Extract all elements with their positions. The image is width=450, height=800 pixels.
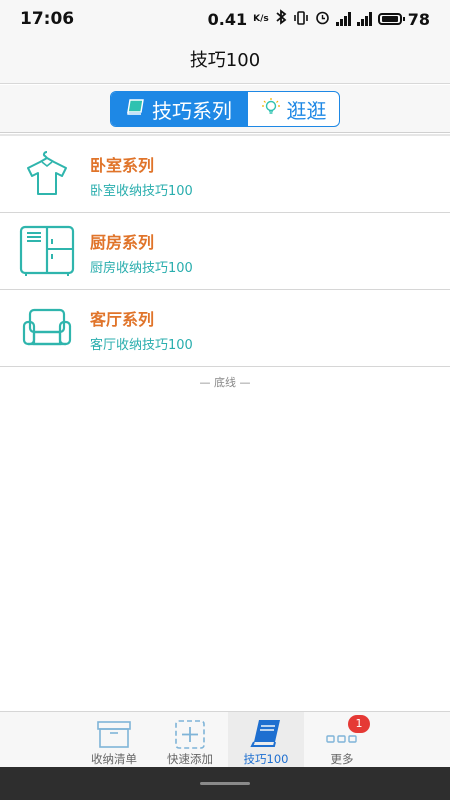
list-item-bedroom[interactable]: 卧室系列 卧室收纳技巧100 — [0, 136, 450, 213]
tab-bar: 技巧系列 逛逛 — [0, 85, 450, 133]
series-subtitle: 客厅收纳技巧100 — [90, 338, 193, 353]
home-gesture-bar[interactable] — [200, 782, 250, 785]
series-list: 卧室系列 卧室收纳技巧100 厨房系列 厨房收纳技巧100 客厅系列 客厅收纳技… — [0, 136, 450, 367]
nav-quick-add[interactable]: 快速添加 — [152, 712, 228, 768]
series-title: 厨房系列 — [90, 233, 155, 252]
nav-storage-list[interactable]: 收纳清单 — [76, 712, 152, 768]
sofa-icon — [18, 302, 76, 354]
battery-level: 78 — [407, 9, 430, 29]
notification-badge: 1 — [348, 715, 370, 733]
tab-browse-label: 逛逛 — [286, 98, 327, 123]
bluetooth-icon — [275, 9, 287, 29]
tab-tips-series-label: 技巧系列 — [152, 98, 232, 123]
fridge-icon — [18, 225, 76, 277]
signal-icon — [356, 12, 372, 26]
status-bar: 17:06 0.41 K/s 78 — [0, 0, 450, 34]
system-nav-bar — [0, 767, 450, 800]
net-unit: K/s — [253, 14, 269, 24]
book-icon — [247, 718, 285, 750]
battery-icon — [377, 13, 405, 25]
quick-add-icon — [171, 718, 209, 750]
end-of-list-text: — 底线 — — [199, 376, 251, 389]
status-indicators: 0.41 K/s 78 — [208, 9, 430, 29]
series-title: 客厅系列 — [90, 310, 155, 329]
vibrate-icon — [293, 10, 309, 29]
series-subtitle: 卧室收纳技巧100 — [90, 184, 193, 199]
book-icon — [126, 97, 146, 121]
tab-tips-series[interactable]: 技巧系列 — [111, 92, 247, 126]
bottom-nav: 收纳清单 快速添加 技巧100 1 更多 — [0, 711, 450, 768]
nav-label: 更多 — [330, 752, 354, 766]
page-title: 技巧100 — [189, 49, 261, 71]
app-header: 技巧100 — [0, 34, 450, 84]
shirt-icon — [18, 148, 76, 200]
list-item-living-room[interactable]: 客厅系列 客厅收纳技巧100 — [0, 290, 450, 367]
nav-label: 收纳清单 — [91, 752, 137, 766]
series-title: 卧室系列 — [90, 156, 155, 175]
signal-icon — [335, 12, 351, 26]
nav-tips-100[interactable]: 技巧100 — [228, 712, 304, 768]
nav-label: 技巧100 — [243, 752, 289, 766]
alarm-icon — [315, 10, 330, 29]
lightbulb-icon — [261, 97, 281, 122]
nav-label: 快速添加 — [167, 752, 213, 766]
list-item-kitchen[interactable]: 厨房系列 厨房收纳技巧100 — [0, 213, 450, 290]
segment-control: 技巧系列 逛逛 — [110, 91, 340, 127]
net-speed: 0.41 — [207, 9, 248, 29]
series-subtitle: 厨房收纳技巧100 — [90, 261, 193, 276]
tab-browse[interactable]: 逛逛 — [247, 92, 339, 126]
nav-more[interactable]: 1 更多 — [304, 712, 380, 768]
storage-box-icon — [95, 718, 133, 750]
status-time: 17:06 — [20, 9, 75, 29]
